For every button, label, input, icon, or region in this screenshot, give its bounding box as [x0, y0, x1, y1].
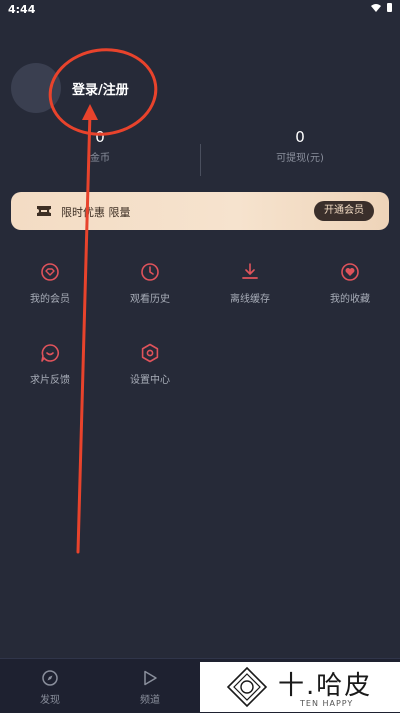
menu-item-my-vip[interactable]: 我的会员 [0, 262, 100, 305]
menu-item-request-feedback[interactable]: 求片反馈 [0, 343, 100, 386]
withdrawable-value: 0 [295, 128, 305, 146]
nav-item-discover[interactable]: 发现 [20, 669, 80, 706]
vip-promo-text: 限时优惠 限量 [61, 206, 131, 219]
menu-label: 离线缓存 [230, 294, 270, 305]
ticket-icon [37, 206, 51, 216]
vip-diamond-icon [41, 263, 59, 281]
coins-stat[interactable]: 0 金币 [0, 128, 200, 164]
settings-icon [141, 343, 159, 363]
watermark: 十.哈皮 TEN HAPPY [200, 662, 400, 712]
menu-label: 我的收藏 [330, 294, 370, 305]
coins-value: 0 [95, 128, 105, 146]
withdrawable-stat[interactable]: 0 可提现(元) [200, 128, 400, 164]
menu-item-settings[interactable]: 设置中心 [100, 343, 200, 386]
battery-icon [387, 3, 392, 12]
clock-icon [141, 263, 159, 281]
annotation-arrow-line [76, 110, 92, 554]
open-vip-button[interactable]: 开通会员 [314, 201, 374, 221]
nav-label: 频道 [140, 695, 160, 706]
play-icon [144, 670, 157, 686]
menu-item-favorites[interactable]: 我的收藏 [300, 262, 400, 305]
watermark-title: 十.哈皮 [278, 671, 373, 701]
avatar[interactable] [11, 63, 61, 113]
watermark-logo-icon [226, 666, 268, 708]
nav-label: 发现 [40, 695, 60, 706]
status-time: 4:44 [8, 3, 36, 16]
heart-icon [341, 263, 359, 281]
withdrawable-label: 可提现(元) [276, 153, 324, 164]
menu-label: 设置中心 [130, 375, 170, 386]
coins-label: 金币 [90, 153, 110, 164]
wifi-icon [371, 3, 381, 12]
menu-item-offline-cache[interactable]: 离线缓存 [200, 262, 300, 305]
status-bar: 4:44 [0, 0, 400, 18]
menu-label: 求片反馈 [30, 375, 70, 386]
login-register-link[interactable]: 登录/注册 [72, 79, 129, 98]
nav-item-channel[interactable]: 频道 [120, 669, 180, 706]
download-icon [242, 263, 258, 279]
annotation-arrowhead [82, 104, 98, 120]
stats-row: 0 金币 0 可提现(元) [0, 128, 400, 178]
menu-label: 我的会员 [30, 294, 70, 305]
compass-icon [42, 670, 58, 686]
status-icons [371, 3, 392, 12]
menu-label: 观看历史 [130, 294, 170, 305]
watermark-subtitle: TEN HAPPY [300, 699, 354, 708]
feedback-icon [41, 344, 59, 362]
vip-banner[interactable]: 限时优惠 限量 开通会员 [11, 192, 389, 230]
menu-item-history[interactable]: 观看历史 [100, 262, 200, 305]
